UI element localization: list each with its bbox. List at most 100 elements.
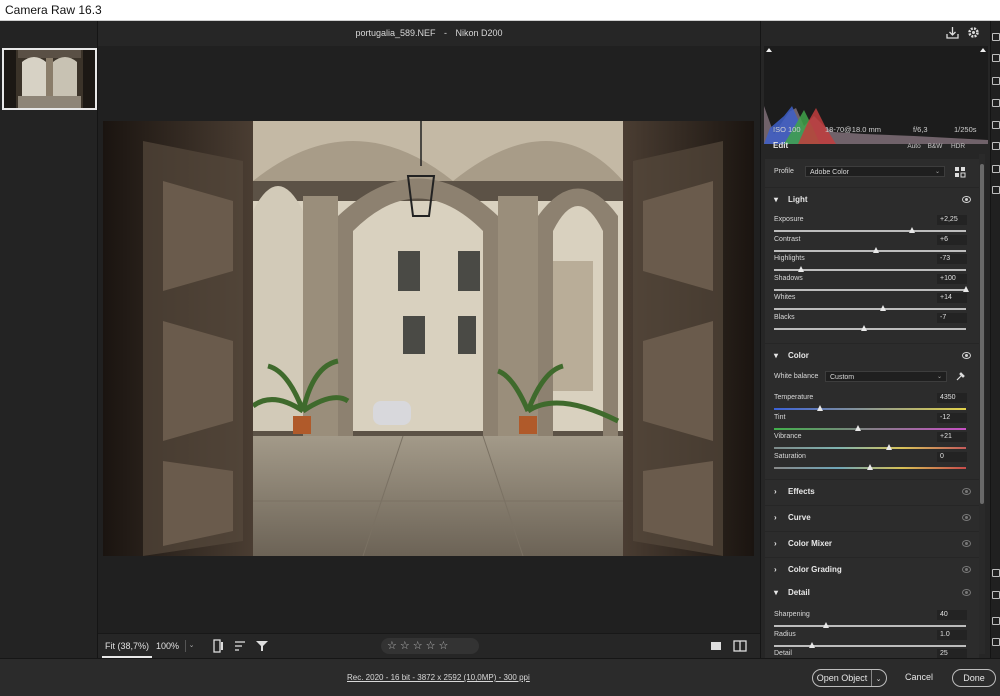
- visibility-eye-icon[interactable]: [962, 488, 971, 495]
- hdr-button[interactable]: HDR: [948, 140, 968, 153]
- slider-value-field[interactable]: +21: [937, 432, 967, 442]
- slider-value-field[interactable]: -7: [937, 312, 967, 323]
- slider-handle[interactable]: [797, 266, 804, 272]
- slider-label: Exposure: [774, 216, 804, 223]
- collapsed-section-header[interactable]: › Curve: [765, 506, 979, 530]
- slider-value-field[interactable]: +14: [937, 293, 967, 303]
- slider-handle[interactable]: [963, 285, 969, 292]
- slider-track[interactable]: [774, 308, 966, 310]
- white-balance-value: Custom: [830, 374, 855, 381]
- eyedropper-icon[interactable]: [955, 371, 966, 382]
- visibility-eye-icon[interactable]: [962, 352, 971, 359]
- chevron-down-icon: ⌄: [934, 169, 940, 175]
- collapsed-section-header[interactable]: › Effects: [765, 480, 979, 504]
- slider-value-field[interactable]: -73: [937, 254, 967, 264]
- rating-stars[interactable]: ☆☆☆☆☆: [381, 638, 479, 654]
- zoom-100-button[interactable]: 100%: [156, 634, 179, 658]
- visibility-eye-icon[interactable]: [962, 196, 971, 203]
- presets-icon[interactable]: [992, 186, 1000, 194]
- fit-zoom-button[interactable]: Fit (38,7%): [102, 634, 153, 658]
- done-button[interactable]: Done: [952, 669, 996, 687]
- preview-image[interactable]: [103, 121, 754, 556]
- before-after-icon[interactable]: [709, 639, 723, 653]
- white-balance-dropdown[interactable]: Custom ⌄: [825, 371, 947, 382]
- slider-value-field[interactable]: +2,25: [937, 215, 967, 225]
- masking-icon[interactable]: [992, 121, 1000, 129]
- slider-handle[interactable]: [855, 424, 862, 431]
- slider-value-field[interactable]: +6: [937, 234, 967, 245]
- slider-handle[interactable]: [867, 463, 873, 470]
- slider-track[interactable]: [774, 327, 966, 330]
- detail-section: ▾ Detail ▼ Sharpening40Radius1.0Detail25: [765, 581, 979, 658]
- slider-track[interactable]: [774, 249, 966, 252]
- section-curve[interactable]: › Curve: [765, 506, 979, 531]
- slider-value-field[interactable]: 1.0: [937, 629, 967, 640]
- slider-value-field[interactable]: -12: [937, 412, 967, 423]
- scrollbar-thumb[interactable]: [980, 164, 984, 504]
- slider-handle[interactable]: [822, 622, 829, 628]
- slider-handle[interactable]: [872, 246, 879, 253]
- slider-track[interactable]: [774, 288, 966, 291]
- filmstrip-toggle-icon[interactable]: [211, 639, 225, 653]
- slider-value-field[interactable]: 40: [937, 610, 967, 620]
- slider-value-field[interactable]: 0: [937, 451, 967, 462]
- cancel-button[interactable]: Cancel: [898, 669, 940, 687]
- slider-track[interactable]: [774, 230, 966, 232]
- section-effects[interactable]: › Effects: [765, 480, 979, 505]
- slider-handle[interactable]: [861, 324, 868, 331]
- slider-handle[interactable]: [886, 444, 893, 450]
- slider-track[interactable]: [774, 447, 966, 449]
- save-image-icon[interactable]: [946, 26, 959, 39]
- collapsed-section-header[interactable]: › Color Grading: [765, 558, 979, 582]
- slider-value-field[interactable]: 25: [937, 649, 967, 658]
- open-object-button[interactable]: Open Object ⌄: [812, 669, 887, 687]
- compare-view-icon[interactable]: [733, 639, 747, 653]
- slider-handle[interactable]: [809, 641, 816, 648]
- collapsed-section-header[interactable]: › Color Mixer: [765, 532, 979, 556]
- bw-button[interactable]: B&W: [926, 140, 944, 153]
- crop-icon[interactable]: [992, 77, 1000, 85]
- snapshots-icon[interactable]: [992, 165, 1000, 173]
- gear-icon[interactable]: [967, 26, 980, 39]
- color-title: Color: [788, 351, 809, 360]
- slider-value-field[interactable]: 4350: [937, 393, 967, 403]
- slider-track[interactable]: [774, 427, 966, 430]
- zoom-dropdown-chevron-icon[interactable]: ⌄: [185, 640, 197, 652]
- filmstrip-thumbnail[interactable]: [2, 48, 97, 110]
- hand-tool-icon[interactable]: [992, 591, 1000, 599]
- slider-row-detail: Detail 25: [765, 649, 979, 658]
- filmstrip: [0, 21, 98, 658]
- profile-dropdown[interactable]: Adobe Color ⌄: [805, 166, 945, 177]
- slider-track[interactable]: [774, 625, 966, 627]
- visibility-eye-icon[interactable]: [962, 540, 971, 547]
- image-canvas[interactable]: [98, 46, 760, 633]
- sort-icon[interactable]: [234, 639, 248, 653]
- grid-icon[interactable]: [992, 638, 1000, 646]
- profile-browser-icon[interactable]: [955, 167, 966, 178]
- color-section-header[interactable]: ▾ Color: [765, 344, 979, 368]
- expand-icon[interactable]: [992, 33, 1000, 41]
- slider-handle[interactable]: [909, 227, 916, 233]
- red-eye-icon[interactable]: [992, 142, 1000, 150]
- visibility-eye-icon[interactable]: [962, 566, 971, 573]
- panel-scrollbar[interactable]: [979, 154, 985, 654]
- light-section-header[interactable]: ▾ Light: [765, 188, 979, 212]
- slider-value-field[interactable]: +100: [937, 273, 967, 284]
- healing-icon[interactable]: [992, 99, 1000, 107]
- auto-button[interactable]: Auto: [904, 140, 924, 153]
- chevron-down-icon[interactable]: ⌄: [872, 672, 886, 688]
- section-color-grading[interactable]: › Color Grading: [765, 558, 979, 583]
- slider-handle[interactable]: [817, 405, 824, 411]
- edit-tool-icon[interactable]: [992, 54, 1000, 62]
- slider-track[interactable]: [774, 408, 966, 410]
- zoom-tool-icon[interactable]: [992, 569, 1000, 577]
- visibility-eye-icon[interactable]: [962, 589, 971, 596]
- filter-icon[interactable]: [255, 639, 269, 653]
- slider-handle[interactable]: [880, 305, 887, 311]
- sampler-icon[interactable]: [992, 617, 1000, 625]
- visibility-eye-icon[interactable]: [962, 514, 971, 521]
- section-color-mixer[interactable]: › Color Mixer: [765, 532, 979, 557]
- detail-section-header[interactable]: ▾ Detail: [765, 581, 979, 605]
- slider-track[interactable]: [774, 644, 966, 647]
- workflow-options-link[interactable]: Rec. 2020 - 16 bit - 3872 x 2592 (10,0MP…: [347, 673, 530, 682]
